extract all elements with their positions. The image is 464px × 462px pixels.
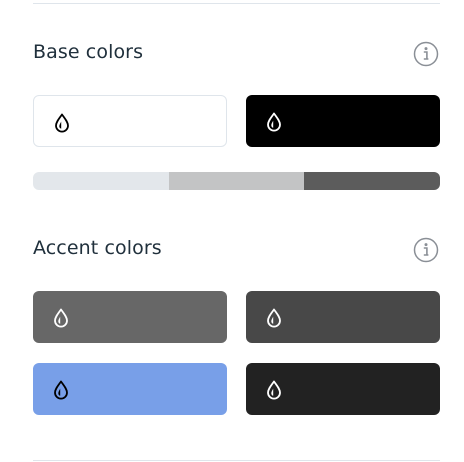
color-drop-icon [264,307,284,329]
base-color-swatch-light[interactable] [33,95,227,147]
bottom-divider [33,460,440,461]
accent-color-swatch-2[interactable] [246,291,440,343]
accent-color-swatch-4[interactable] [246,363,440,415]
base-color-swatch-dark[interactable] [246,95,440,147]
palette-shade-dark[interactable] [304,172,440,190]
palette-shade-mid[interactable] [168,172,305,190]
color-drop-icon [264,111,284,133]
palette-shade-light[interactable] [33,172,169,190]
accent-color-swatch-1[interactable] [33,291,227,343]
color-drop-icon [51,307,71,329]
base-palette-bar [33,172,440,190]
info-icon[interactable] [413,237,439,263]
accent-color-swatch-3[interactable] [33,363,227,415]
color-drop-icon [52,112,72,134]
top-divider [33,3,440,4]
accent-colors-title: Accent colors [33,237,162,259]
color-drop-icon [51,379,71,401]
base-colors-title: Base colors [33,41,144,63]
color-drop-icon [264,379,284,401]
info-icon[interactable] [413,41,439,67]
